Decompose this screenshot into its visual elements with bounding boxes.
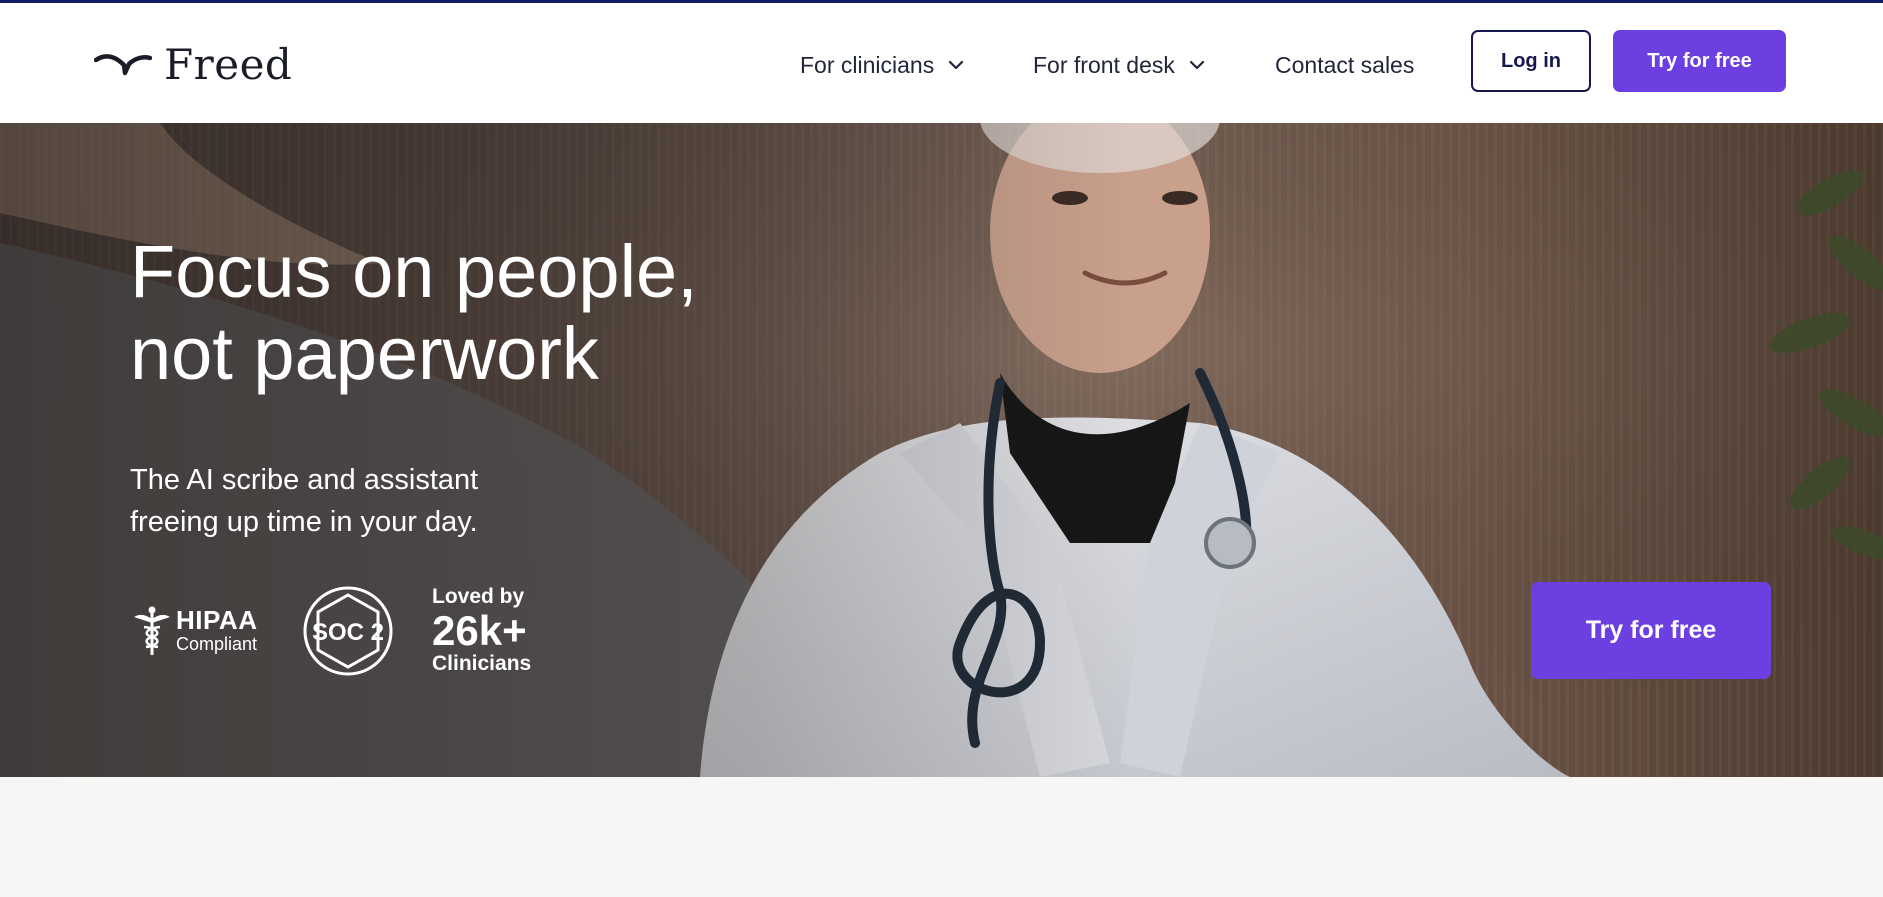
hero-subtitle: The AI scribe and assistant freeing up t…	[130, 464, 479, 538]
login-button[interactable]: Log in	[1471, 30, 1591, 92]
hipaa-subtitle: Compliant	[176, 634, 258, 654]
freed-logo[interactable]: Freed	[94, 39, 292, 89]
hero-title-line-2: not paperwork	[130, 312, 599, 395]
brand-name: Freed	[164, 39, 293, 89]
soc2-label: SOC 2	[312, 619, 384, 646]
caduceus-icon	[134, 606, 170, 655]
hero-section: Focus on people, not paperwork The AI sc…	[0, 123, 1883, 777]
try-for-free-hero-button[interactable]: Try for free	[1531, 582, 1771, 679]
nav-for-front-desk[interactable]: For front desk	[1033, 33, 1205, 97]
soc2-badge: SOC 2	[302, 585, 394, 682]
loved-by-prefix: Loved by	[432, 585, 525, 608]
site-header: Freed For clinicians For front desk Cont…	[0, 3, 1883, 123]
hipaa-title: HIPAA	[176, 605, 258, 635]
nav-label-for-front-desk: For front desk	[1033, 51, 1175, 78]
chevron-down-icon	[1189, 60, 1204, 70]
soc2-badge-icon: SOC 2	[303, 586, 393, 676]
hero-title: Focus on people, not paperwork	[130, 231, 830, 395]
hipaa-badge: HIPAA Compliant	[130, 605, 257, 657]
nav-label-for-clinicians: For clinicians	[800, 51, 935, 78]
bird-logo-icon	[94, 54, 152, 76]
loved-by-badge: Loved by 26k+ Clinicians	[432, 585, 531, 675]
nav-contact-sales[interactable]: Contact sales	[1275, 33, 1414, 97]
clinician-count: 26k+	[432, 607, 527, 654]
chevron-down-icon	[949, 60, 964, 70]
hero-title-line-1: Focus on people,	[130, 230, 698, 313]
try-for-free-header-button[interactable]: Try for free	[1613, 30, 1786, 92]
loved-by-suffix: Clinicians	[432, 652, 532, 675]
nav-label-contact-sales[interactable]: Contact sales	[1275, 52, 1414, 79]
nav-for-clinicians[interactable]: For clinicians	[800, 33, 964, 97]
next-section-card	[0, 777, 1883, 897]
